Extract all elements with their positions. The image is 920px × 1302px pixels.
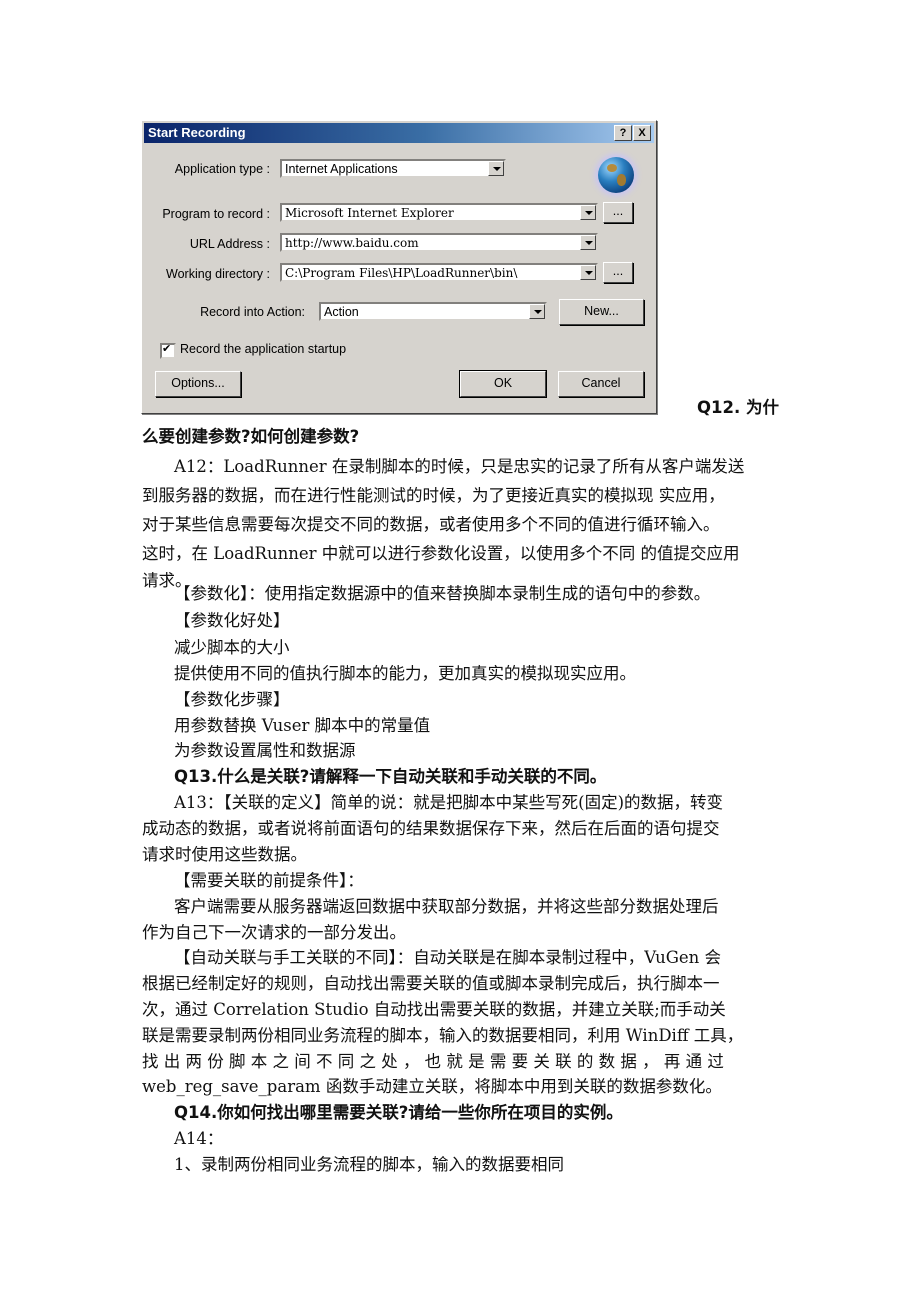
chevron-down-icon[interactable] <box>580 235 596 250</box>
record-startup-checkbox[interactable] <box>160 342 176 359</box>
dialog-titlebar[interactable]: Start Recording ? X <box>144 123 654 143</box>
url-address-input[interactable]: http://www.baidu.com <box>280 233 598 252</box>
paragraph-line: 为参数设置属性和数据源 <box>174 741 356 760</box>
dialog-title: Start Recording <box>148 125 246 140</box>
options-button[interactable]: Options... <box>155 371 241 397</box>
paragraph-line: web_reg_save_param 函数手动建立关联，将脚本中用到关联的数据参… <box>142 1077 722 1096</box>
working-directory-input[interactable]: C:\Program Files\HP\LoadRunner\bin\ <box>280 263 598 282</box>
paragraph-line: 【参数化步骤】 <box>174 690 290 709</box>
paragraph-line: 客户端需要从服务器端返回数据中获取部分数据，并将这些部分数据处理后 <box>174 897 719 916</box>
paragraph-line: A14： <box>174 1129 224 1148</box>
record-into-action-value: Action <box>324 305 359 319</box>
q12-heading-end: 么要创建参数?如何创建参数? <box>142 427 360 446</box>
paragraph-line: 这时，在 LoadRunner 中就可以进行参数化设置，以使用多个不同 的值提交… <box>142 544 740 563</box>
globe-icon <box>598 157 634 193</box>
paragraph-line: 对于某些信息需要每次提交不同的数据，或者使用多个不同的值进行循环输入。 <box>142 515 720 534</box>
chevron-down-icon[interactable] <box>580 265 596 280</box>
paragraph-line: 【需要关联的前提条件】： <box>174 871 364 890</box>
browse-program-button[interactable]: ... <box>603 202 633 223</box>
application-type-label: Application type : <box>174 162 270 176</box>
close-button[interactable]: X <box>633 125 651 141</box>
paragraph-line: 【参数化】：使用指定数据源中的值来替换脚本录制生成的语句中的参数。 <box>174 584 711 603</box>
paragraph-line: 用参数替换 Vuser 脚本中的常量值 <box>174 716 431 735</box>
paragraph-line: 作为自己下一次请求的一部分发出。 <box>142 923 406 942</box>
paragraph-line: 找 出 两 份 脚 本 之 间 不 同 之 处 ， 也 就 是 需 要 关 联 … <box>142 1052 724 1071</box>
paragraph-line: A13：【关联的定义】简单的说：就是把脚本中某些写死(固定)的数据，转变 <box>174 793 724 812</box>
paragraph-line: 减少脚本的大小 <box>174 638 290 657</box>
paragraph-line: 提供使用不同的值执行脚本的能力，更加真实的模拟现实应用。 <box>174 664 636 683</box>
program-to-record-value: Microsoft Internet Explorer <box>285 206 454 220</box>
q12-heading-start: Q12. 为什 <box>697 398 780 417</box>
url-address-label: URL Address : <box>189 237 270 251</box>
program-to-record-select[interactable]: Microsoft Internet Explorer <box>280 203 598 222</box>
help-button[interactable]: ? <box>614 125 632 141</box>
start-recording-dialog: Start Recording ? X Application type : I… <box>141 120 657 414</box>
program-to-record-label: Program to record : <box>162 207 270 221</box>
paragraph-line: 根据已经制定好的规则，自动找出需要关联的值或脚本录制完成后，执行脚本一 <box>142 974 720 993</box>
url-address-value: http://www.baidu.com <box>285 236 419 250</box>
paragraph-line: 【自动关联与手工关联的不同】：自动关联是在脚本录制过程中，VuGen 会 <box>174 948 722 967</box>
paragraph-line: A12：LoadRunner 在录制脚本的时候，只是忠实的记录了所有从客户端发送 <box>174 457 745 476</box>
application-type-select[interactable]: Internet Applications <box>280 159 506 178</box>
application-type-value: Internet Applications <box>285 162 398 176</box>
record-into-action-select[interactable]: Action <box>319 302 547 321</box>
paragraph-line: 次，通过 Correlation Studio 自动找出需要关联的数据，并建立关… <box>142 1000 726 1019</box>
chevron-down-icon[interactable] <box>580 205 596 220</box>
record-startup-label: Record the application startup <box>180 342 347 356</box>
chevron-down-icon[interactable] <box>529 304 545 319</box>
paragraph-line: 联是需要录制两份相同业务流程的脚本，输入的数据要相同，利用 WinDiff 工具… <box>142 1026 744 1045</box>
paragraph-line: 请求时使用这些数据。 <box>142 845 307 864</box>
ok-button[interactable]: OK <box>459 370 547 398</box>
browse-directory-button[interactable]: ... <box>603 262 633 283</box>
new-action-button[interactable]: New... <box>559 299 644 325</box>
paragraph-line: 【参数化好处】 <box>174 611 290 630</box>
working-directory-label: Working directory : <box>166 267 270 281</box>
q14-heading: Q14.你如何找出哪里需要关联?请给一些你所在项目的实例。 <box>174 1103 623 1122</box>
paragraph-line: 到服务器的数据，而在进行性能测试的时候，为了更接近真实的模拟现 实应用， <box>142 486 725 505</box>
record-into-action-label: Record into Action: <box>200 305 305 319</box>
working-directory-value: C:\Program Files\HP\LoadRunner\bin\ <box>285 266 518 280</box>
q13-heading: Q13.什么是关联?请解释一下自动关联和手动关联的不同。 <box>174 767 607 786</box>
cancel-button[interactable]: Cancel <box>558 371 644 397</box>
paragraph-line: 成动态的数据，或者说将前面语句的结果数据保存下来，然后在后面的语句提交 <box>142 819 720 838</box>
chevron-down-icon[interactable] <box>488 161 504 176</box>
paragraph-line: 1、录制两份相同业务流程的脚本，输入的数据要相同 <box>174 1155 564 1174</box>
